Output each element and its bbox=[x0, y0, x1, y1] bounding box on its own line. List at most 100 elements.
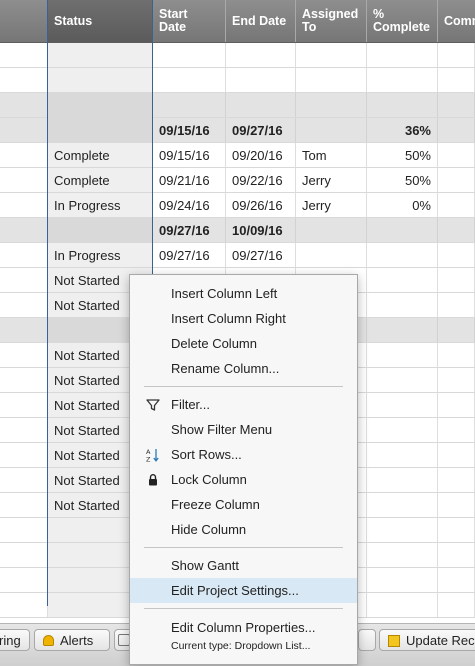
table-row[interactable] bbox=[0, 68, 475, 93]
comments-cell[interactable] bbox=[438, 268, 475, 292]
percent-complete-cell[interactable] bbox=[367, 418, 438, 442]
percent-complete-cell[interactable]: 36% bbox=[367, 118, 438, 142]
percent-complete-cell[interactable] bbox=[367, 93, 438, 117]
percent-complete-cell[interactable] bbox=[367, 518, 438, 542]
percent-complete-cell[interactable] bbox=[367, 393, 438, 417]
start-date-cell[interactable] bbox=[153, 43, 226, 67]
column-header-assigned-to[interactable]: Assigned To bbox=[296, 0, 367, 42]
end-date-cell[interactable] bbox=[226, 68, 296, 92]
menu-rename-column[interactable]: Rename Column... bbox=[130, 356, 357, 381]
comments-cell[interactable] bbox=[438, 368, 475, 392]
task-name-cell[interactable] bbox=[0, 468, 48, 492]
start-date-cell[interactable]: 09/21/16 bbox=[153, 168, 226, 192]
percent-complete-cell[interactable] bbox=[367, 443, 438, 467]
percent-complete-cell[interactable] bbox=[367, 243, 438, 267]
task-name-cell[interactable] bbox=[0, 518, 48, 542]
percent-complete-cell[interactable] bbox=[367, 218, 438, 242]
percent-complete-cell[interactable] bbox=[367, 268, 438, 292]
percent-complete-cell[interactable] bbox=[367, 543, 438, 567]
update-requests-button[interactable]: Update Rec bbox=[379, 629, 475, 651]
comments-cell[interactable] bbox=[438, 418, 475, 442]
end-date-cell[interactable]: 09/26/16 bbox=[226, 193, 296, 217]
column-header-percent-complete[interactable]: % Complete bbox=[367, 0, 438, 42]
assigned-to-cell[interactable] bbox=[296, 218, 367, 242]
task-name-cell[interactable] bbox=[0, 43, 48, 67]
assigned-to-cell[interactable] bbox=[296, 93, 367, 117]
comments-cell[interactable] bbox=[438, 518, 475, 542]
percent-complete-cell[interactable]: 0% bbox=[367, 193, 438, 217]
comments-cell[interactable] bbox=[438, 468, 475, 492]
menu-edit-column-properties[interactable]: Edit Column Properties... bbox=[130, 615, 357, 640]
task-name-cell[interactable] bbox=[0, 568, 48, 592]
table-row[interactable]: In Progress 09/24/16 09/26/16 Jerry 0% bbox=[0, 193, 475, 218]
comments-cell[interactable] bbox=[438, 93, 475, 117]
menu-edit-project-settings[interactable]: Edit Project Settings... bbox=[130, 578, 357, 603]
task-name-cell[interactable] bbox=[0, 593, 48, 617]
percent-complete-cell[interactable] bbox=[367, 593, 438, 617]
status-cell[interactable]: Complete bbox=[48, 143, 153, 167]
assigned-to-cell[interactable]: Tom bbox=[296, 143, 367, 167]
comments-cell[interactable] bbox=[438, 393, 475, 417]
group-row[interactable]: 09/27/16 10/09/16 bbox=[0, 218, 475, 243]
start-date-cell[interactable]: 09/27/16 bbox=[153, 243, 226, 267]
comments-cell[interactable] bbox=[438, 568, 475, 592]
start-date-cell[interactable] bbox=[153, 93, 226, 117]
start-date-cell[interactable] bbox=[153, 68, 226, 92]
percent-complete-cell[interactable] bbox=[367, 293, 438, 317]
assigned-to-cell[interactable] bbox=[296, 118, 367, 142]
task-name-cell[interactable] bbox=[0, 268, 48, 292]
start-date-cell[interactable]: 09/24/16 bbox=[153, 193, 226, 217]
percent-complete-cell[interactable] bbox=[367, 318, 438, 342]
comments-cell[interactable] bbox=[438, 193, 475, 217]
status-cell[interactable] bbox=[48, 68, 153, 92]
task-name-cell[interactable] bbox=[0, 393, 48, 417]
column-header-comments[interactable]: Comm bbox=[438, 0, 475, 42]
comments-cell[interactable] bbox=[438, 318, 475, 342]
status-cell[interactable]: In Progress bbox=[48, 243, 153, 267]
menu-show-filter-menu[interactable]: Show Filter Menu bbox=[130, 417, 357, 442]
task-name-cell[interactable] bbox=[0, 143, 48, 167]
task-name-cell[interactable] bbox=[0, 93, 48, 117]
percent-complete-cell[interactable] bbox=[367, 68, 438, 92]
end-date-cell[interactable]: 10/09/16 bbox=[226, 218, 296, 242]
assigned-to-cell[interactable]: Jerry bbox=[296, 168, 367, 192]
assigned-to-cell[interactable] bbox=[296, 43, 367, 67]
comments-cell[interactable] bbox=[438, 68, 475, 92]
menu-sort-rows[interactable]: A Z Sort Rows... bbox=[130, 442, 357, 467]
sharing-button[interactable]: ring bbox=[0, 629, 30, 651]
assigned-to-cell[interactable] bbox=[296, 243, 367, 267]
percent-complete-cell[interactable] bbox=[367, 493, 438, 517]
status-cell[interactable]: Complete bbox=[48, 168, 153, 192]
percent-complete-cell[interactable]: 50% bbox=[367, 168, 438, 192]
status-cell[interactable] bbox=[48, 118, 153, 142]
status-cell[interactable] bbox=[48, 43, 153, 67]
comments-cell[interactable] bbox=[438, 443, 475, 467]
comments-cell[interactable] bbox=[438, 118, 475, 142]
task-name-cell[interactable] bbox=[0, 243, 48, 267]
table-row[interactable]: In Progress 09/27/16 09/27/16 bbox=[0, 243, 475, 268]
task-name-cell[interactable] bbox=[0, 318, 48, 342]
menu-delete-column[interactable]: Delete Column bbox=[130, 331, 357, 356]
menu-freeze-column[interactable]: Freeze Column bbox=[130, 492, 357, 517]
menu-show-gantt[interactable]: Show Gantt bbox=[130, 553, 357, 578]
end-date-cell[interactable] bbox=[226, 93, 296, 117]
group-row[interactable] bbox=[0, 93, 475, 118]
percent-complete-cell[interactable] bbox=[367, 368, 438, 392]
end-date-cell[interactable]: 09/27/16 bbox=[226, 118, 296, 142]
task-name-cell[interactable] bbox=[0, 68, 48, 92]
comments-cell[interactable] bbox=[438, 218, 475, 242]
comments-cell[interactable] bbox=[438, 493, 475, 517]
percent-complete-cell[interactable] bbox=[367, 43, 438, 67]
menu-lock-column[interactable]: Lock Column bbox=[130, 467, 357, 492]
percent-complete-cell[interactable] bbox=[367, 343, 438, 367]
table-row[interactable] bbox=[0, 43, 475, 68]
start-date-cell[interactable]: 09/27/16 bbox=[153, 218, 226, 242]
menu-insert-column-right[interactable]: Insert Column Right bbox=[130, 306, 357, 331]
comments-cell[interactable] bbox=[438, 343, 475, 367]
comments-cell[interactable] bbox=[438, 243, 475, 267]
task-name-cell[interactable] bbox=[0, 293, 48, 317]
comments-cell[interactable] bbox=[438, 168, 475, 192]
task-name-cell[interactable] bbox=[0, 218, 48, 242]
menu-insert-column-left[interactable]: Insert Column Left bbox=[130, 281, 357, 306]
task-name-cell[interactable] bbox=[0, 368, 48, 392]
